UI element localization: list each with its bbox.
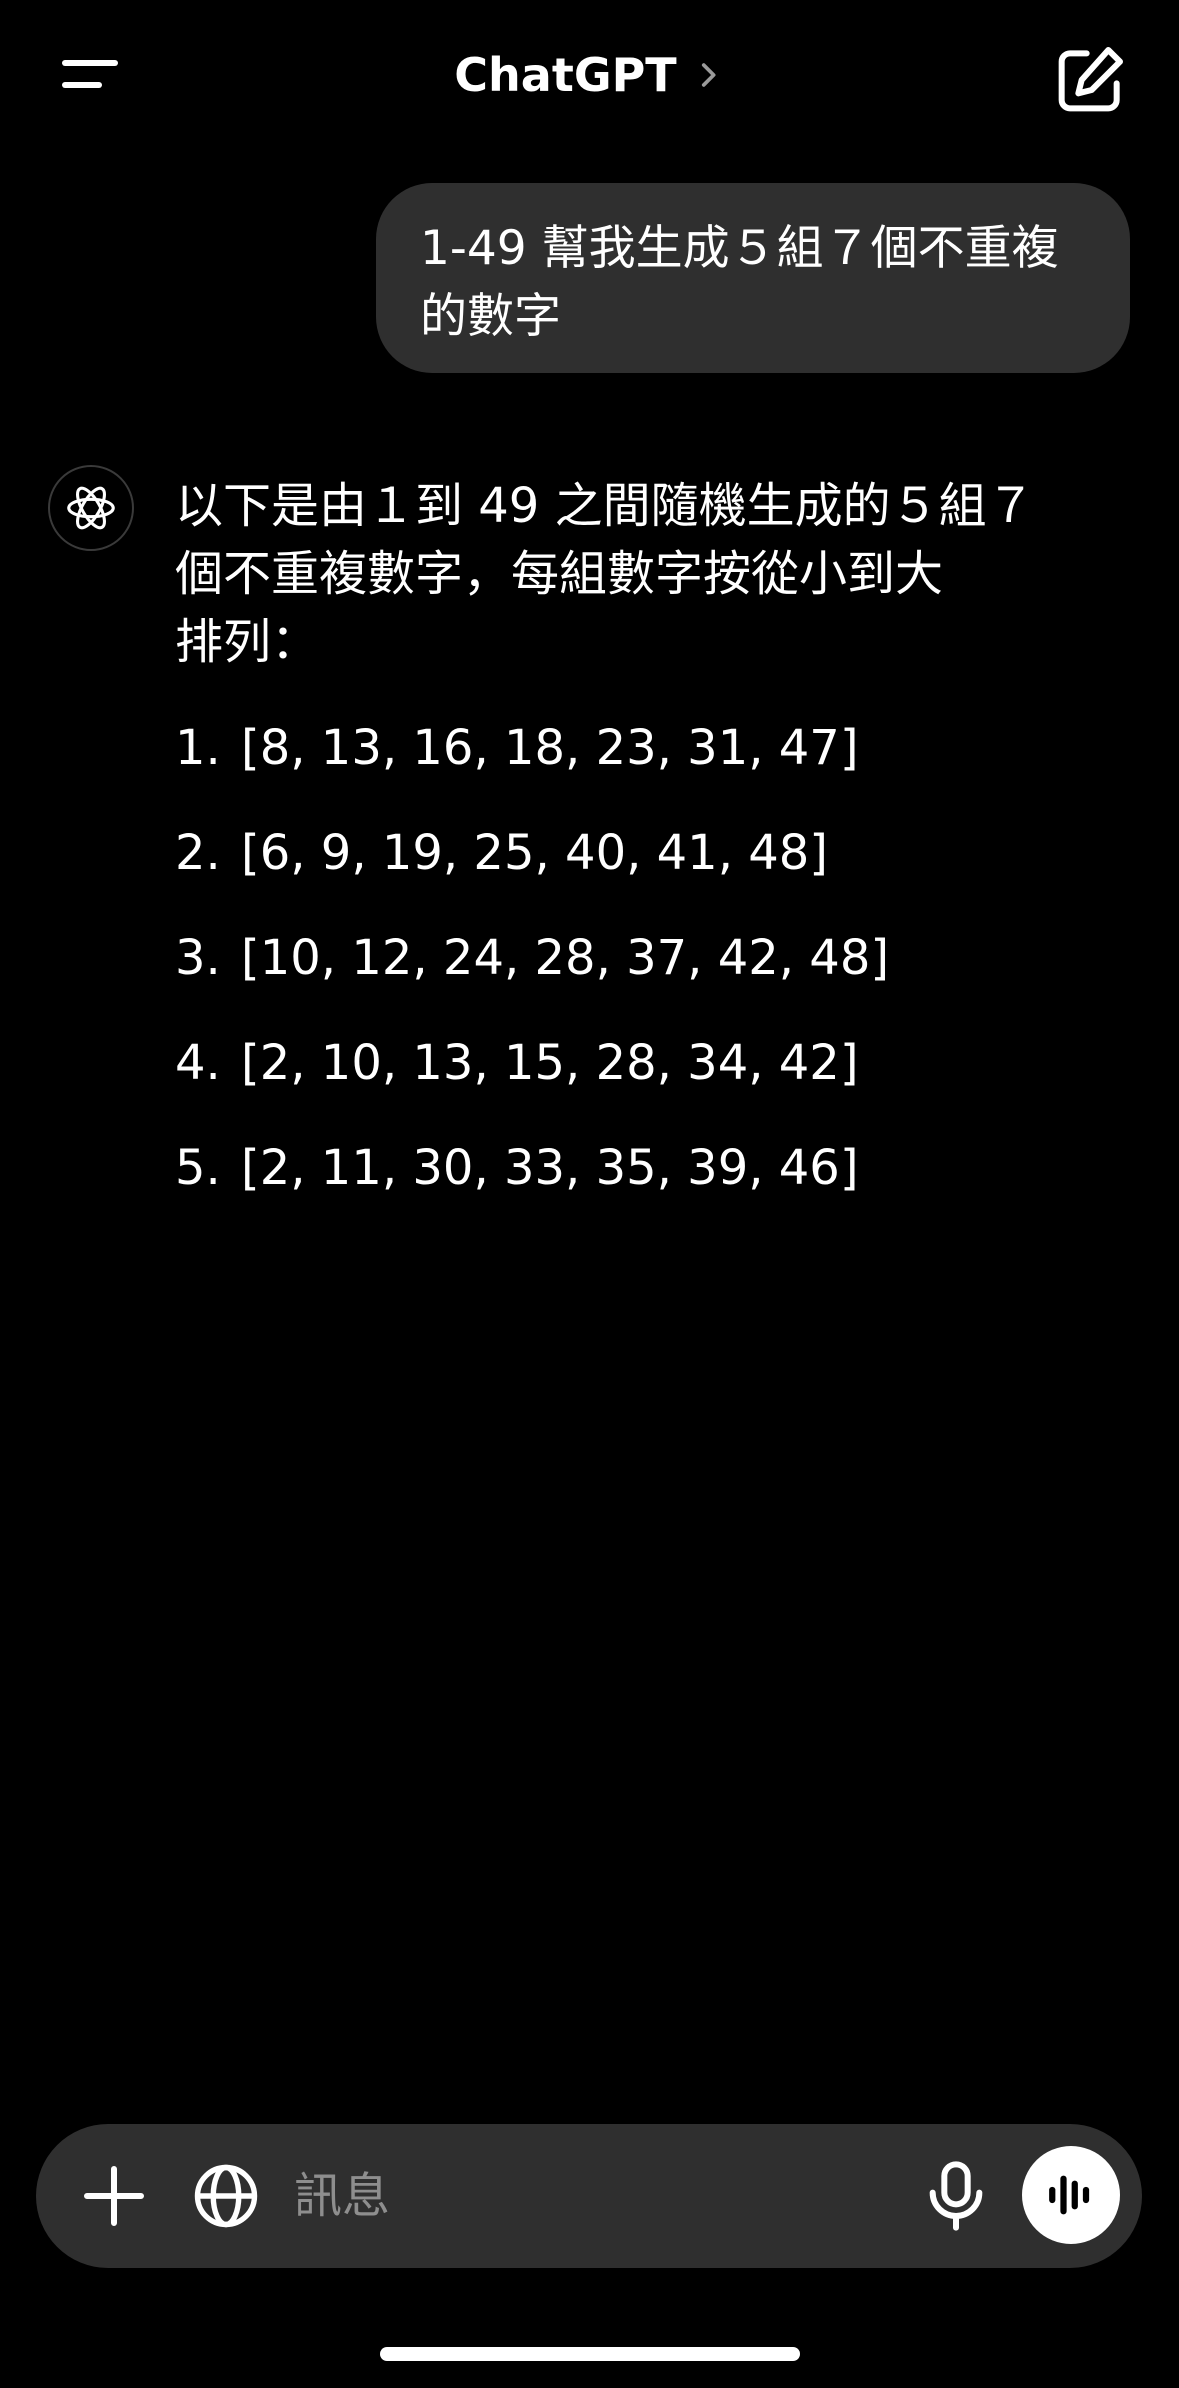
user-message-line: 1-49 幫我生成５組７個不重複 [420, 221, 1059, 276]
openai-logo-icon [67, 486, 115, 530]
new-chat-icon[interactable] [1050, 40, 1130, 120]
list-item: 3. [10, 12, 24, 28, 37, 42, 48] [175, 924, 1075, 1029]
list-item: 2. [6, 9, 19, 25, 40, 41, 48] [175, 819, 1075, 924]
voice-mode-icon [1049, 2175, 1090, 2215]
top-bar: ChatGPT [0, 0, 1179, 140]
list-item-number: 3. [175, 930, 221, 986]
list-item: 4. [2, 10, 13, 15, 28, 34, 42] [175, 1029, 1075, 1134]
list-item: 5. [2, 11, 30, 33, 35, 39, 46] [175, 1134, 1075, 1239]
list-item-text: [10, 12, 24, 28, 37, 42, 48] [241, 930, 890, 986]
voice-mode-button[interactable] [1022, 2146, 1120, 2244]
message-input[interactable] [294, 2160, 934, 2232]
list-item-text: [6, 9, 19, 25, 40, 41, 48] [241, 825, 829, 881]
assistant-intro-line: 個不重複數字，每組數字按從小到大 [175, 546, 944, 602]
home-indicator [380, 2347, 800, 2361]
list-item-text: [8, 13, 16, 18, 23, 31, 47] [241, 720, 859, 776]
assistant-message-intro: 以下是由１到 49 之間隨機生成的５組７ 個不重複數字，每組數字按從小到大 排列… [175, 472, 1075, 676]
message-composer [36, 2124, 1142, 2268]
number-set-list: 1. [8, 13, 16, 18, 23, 31, 47] 2. [6, 9,… [175, 714, 1075, 1239]
chevron-right-icon [701, 63, 716, 87]
plus-icon[interactable] [78, 2160, 150, 2232]
list-item-number: 1. [175, 720, 221, 776]
globe-icon[interactable] [190, 2160, 262, 2232]
openai-logo-icon [48, 465, 134, 551]
model-selector[interactable]: ChatGPT [0, 40, 1179, 110]
app-title[interactable]: ChatGPT [454, 48, 676, 102]
user-message-line: 的數字 [420, 289, 561, 344]
assistant-intro-line: 排列： [175, 614, 320, 670]
list-item-number: 4. [175, 1035, 221, 1091]
list-item-text: [2, 11, 30, 33, 35, 39, 46] [241, 1140, 859, 1196]
list-item-number: 2. [175, 825, 221, 881]
user-message-bubble: 1-49 幫我生成５組７個不重複 的數字 [376, 183, 1130, 373]
list-item-number: 5. [175, 1140, 221, 1196]
list-item-text: [2, 10, 13, 15, 28, 34, 42] [241, 1035, 859, 1091]
list-item: 1. [8, 13, 16, 18, 23, 31, 47] [175, 714, 1075, 819]
assistant-intro-line: 以下是由１到 49 之間隨機生成的５組７ [175, 478, 1035, 534]
microphone-icon[interactable] [916, 2156, 996, 2236]
